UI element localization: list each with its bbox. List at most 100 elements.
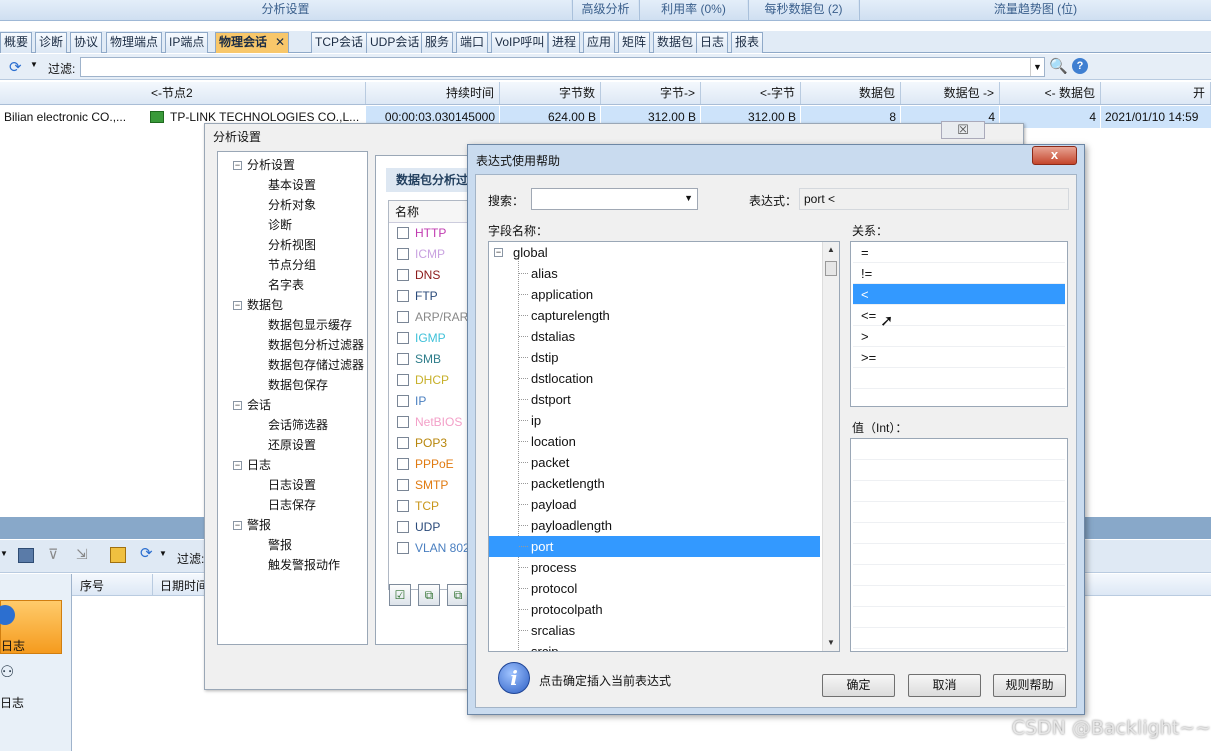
tree-group[interactable]: − 警报 [233,516,271,533]
chevron-down-icon[interactable]: ▼ [0,549,8,558]
column-header[interactable]: 数据包 -> [901,82,1000,104]
field-item[interactable]: packetlength [489,473,820,494]
value-list[interactable] [850,438,1068,652]
tree-item[interactable]: 日志保存 [268,496,316,513]
collapse-icon[interactable]: − [233,301,242,310]
tab-item[interactable]: 矩阵 [618,32,651,53]
select-all-button[interactable]: ☑ [389,584,411,606]
column-header[interactable]: <-节点2 [146,82,366,104]
col-seq[interactable]: 序号 [80,577,104,594]
tree-item[interactable]: 基本设置 [268,176,316,193]
filter-dropdown-arrow[interactable]: ▼ [1030,58,1044,76]
tree-item[interactable]: 数据包显示缓存 [268,316,352,333]
checkbox[interactable] [397,290,409,302]
list-item[interactable]: ARP/RARP [389,307,478,328]
tab-item[interactable]: 诊断 [35,32,68,53]
list-item[interactable]: IGMP [389,328,478,349]
relation-item[interactable]: < [853,284,1065,305]
checkbox[interactable] [397,500,409,512]
rule-help-button[interactable]: 规则帮助 [993,674,1066,697]
field-item[interactable]: application [489,284,820,305]
checkbox[interactable] [397,248,409,260]
filter-icon[interactable]: ⊽ [48,546,58,563]
tab-item[interactable]: 物理会话 ✕ [215,32,290,53]
log-view-button[interactable]: 日志 [0,600,62,654]
column-header[interactable]: 持续时间 [366,82,500,104]
tab-item[interactable]: 进程 [548,32,581,53]
list-item[interactable]: SMB [389,349,478,370]
column-header[interactable]: 开 [1101,82,1211,104]
list-item[interactable]: SMTP [389,475,478,496]
field-item[interactable]: srcalias [489,620,820,641]
tab-item[interactable]: 日志 [696,32,729,53]
checkbox[interactable] [397,437,409,449]
search-icon[interactable]: 🔍 [1049,57,1068,75]
tree-root-global[interactable]: − global [489,242,820,263]
chevron-down-icon[interactable]: ▼ [684,193,693,203]
packets-per-second-header[interactable]: 每秒数据包 (2) [748,0,858,20]
export-icon[interactable]: ⇲ [76,546,88,563]
scroll-up-icon[interactable]: ▲ [823,242,839,258]
list-item[interactable]: VLAN 802.1Q [389,538,478,559]
analysis-settings-header[interactable]: 分析设置 [0,0,571,20]
tree-group[interactable]: − 日志 [233,456,271,473]
vertical-scrollbar[interactable]: ▲ ▼ [822,242,839,651]
tab-item[interactable]: VoIP呼叫 [491,32,549,53]
tree-item[interactable]: 名字表 [268,276,304,293]
checkbox[interactable] [397,353,409,365]
collapse-icon[interactable]: − [494,248,503,257]
list-item[interactable]: HTTP [389,223,478,244]
save-icon[interactable] [18,548,34,563]
list-item[interactable]: DHCP [389,370,478,391]
column-header[interactable]: 字节数 [500,82,601,104]
checkbox[interactable] [397,227,409,239]
utilization-header[interactable]: 利用率 (0%) [639,0,747,20]
search-select[interactable]: ▼ [531,188,698,210]
tree-item[interactable]: 诊断 [268,216,292,233]
field-item[interactable]: payload [489,494,820,515]
close-tab-icon[interactable]: ✕ [275,35,285,49]
log-save-label[interactable]: 日志 [0,694,24,711]
close-button[interactable]: x [1032,146,1077,165]
close-button[interactable]: ☒ [941,121,985,139]
copy-button[interactable]: ⧉ [418,584,440,606]
collapse-icon[interactable]: − [233,161,242,170]
scroll-thumb[interactable] [825,261,837,276]
refresh-icon[interactable]: ⟳ [140,544,153,562]
list-item[interactable]: TCP [389,496,478,517]
tab-item[interactable]: 物理端点 [106,32,163,53]
checkbox[interactable] [397,416,409,428]
list-item[interactable]: UDP [389,517,478,538]
list-item[interactable]: DNS [389,265,478,286]
tab-item[interactable]: 端口 [456,32,489,53]
list-item[interactable]: IP [389,391,478,412]
tree-item[interactable]: 还原设置 [268,436,316,453]
tab-item[interactable]: 应用 [583,32,616,53]
tab-item[interactable]: 协议 [70,32,103,53]
report-icon[interactable] [110,547,126,563]
tree-item[interactable]: 节点分组 [268,256,316,273]
checkbox[interactable] [397,479,409,491]
checkbox[interactable] [397,521,409,533]
tree-item[interactable]: 数据包保存 [268,376,328,393]
relation-item[interactable]: >= [853,347,1065,368]
col-datetime[interactable]: 日期时间 [160,577,208,594]
expression-field[interactable]: port < [799,188,1069,210]
tab-item[interactable]: TCP会话 [311,32,368,53]
tab-item[interactable]: 概要 [0,32,33,53]
tree-group[interactable]: − 会话 [233,396,271,413]
field-item[interactable]: packet [489,452,820,473]
traffic-trend-header[interactable]: 流量趋势图 (位) [859,0,1211,20]
ok-button[interactable]: 确定 [822,674,895,697]
checkbox[interactable] [397,269,409,281]
tab-item[interactable]: 服务 [421,32,454,53]
tab-item[interactable]: 报表 [731,32,764,53]
tree-item[interactable]: 会话筛选器 [268,416,328,433]
tree-item[interactable]: 分析对象 [268,196,316,213]
tab-item[interactable]: UDP会话 [366,32,424,53]
tree-item[interactable]: 触发警报动作 [268,556,340,573]
field-item[interactable]: ip [489,410,820,431]
help-icon[interactable]: ? [1072,58,1088,74]
list-header[interactable]: 名称 [389,201,478,223]
tree-group[interactable]: − 数据包 [233,296,283,313]
